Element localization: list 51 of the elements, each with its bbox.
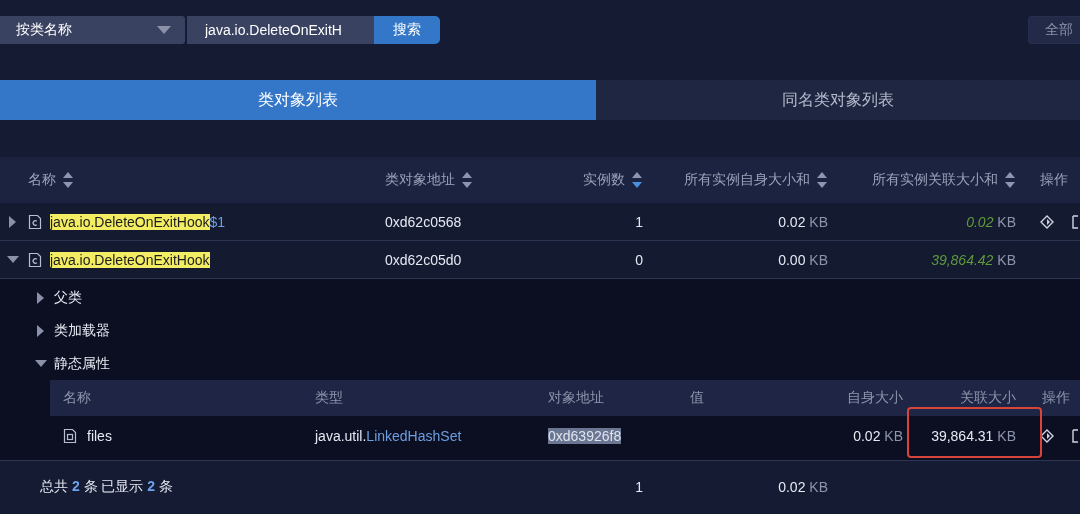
count-cell-text: 0 <box>634 251 644 268</box>
size-cell-text: 0.00 KB <box>777 251 829 268</box>
diamond-icon[interactable] <box>1040 429 1054 443</box>
column-header: 操作 <box>1040 171 1068 189</box>
field-file-icon <box>63 428 77 444</box>
dropdown-caret-icon[interactable] <box>157 26 171 34</box>
column-header: 操作 <box>1041 389 1071 407</box>
column-header: 实例数 <box>583 171 625 189</box>
all-button[interactable]: 全部 <box>1028 16 1080 44</box>
count-cell-text: 1 <box>634 213 644 230</box>
size-cell-text: 0.02 KB <box>777 213 829 230</box>
field-name: files <box>87 428 112 444</box>
table-row[interactable]: java.io.DeleteOnExitHook 0xd62c05d0 0 0.00 KB 39,864.42 KB <box>0 241 1080 279</box>
column-header: 关联大小 <box>959 389 1017 407</box>
size-cell-text: 0.02 KB <box>965 213 1017 230</box>
section-label[interactable]: 类加载器 <box>54 321 110 340</box>
search-field[interactable]: java.io.DeleteOnExitH <box>187 16 374 44</box>
size-total: 0.02 KB <box>777 479 829 495</box>
diamond-icon[interactable] <box>1040 214 1054 229</box>
column-header: 对象地址 <box>548 389 605 407</box>
column-header: 值 <box>690 389 705 407</box>
sort-icon[interactable] <box>816 171 828 189</box>
sort-icon[interactable] <box>631 171 643 189</box>
tab[interactable]: 同名类对象列表 <box>596 80 1080 120</box>
sort-icon[interactable] <box>461 171 473 189</box>
sort-icon[interactable] <box>1004 171 1016 189</box>
column-header: 类对象地址 <box>385 171 455 189</box>
column-header: 所有实例关联大小和 <box>872 171 998 189</box>
address-link[interactable]: 0xd63926f8 <box>548 428 622 444</box>
column-header: 自身大小 <box>846 389 904 407</box>
filter-dropdown[interactable]: 按类名称 <box>0 16 185 44</box>
tab[interactable]: 类对象列表 <box>0 80 596 120</box>
type-cell-text: java.util.LinkedHashSet <box>315 428 463 444</box>
column-header: 名称 <box>62 389 92 407</box>
address-cell-text: 0xd62c0568 <box>385 213 463 230</box>
count-total: 1 <box>634 479 644 495</box>
search-button[interactable]: 搜索 <box>374 16 440 44</box>
address-cell-text: 0xd62c05d0 <box>385 251 463 268</box>
summary-text: 总共 2 条 已显示 2 条 <box>39 478 175 496</box>
section-label[interactable]: 静态属性 <box>54 354 110 373</box>
size-cell-text: 39,864.42 KB <box>930 251 1017 268</box>
column-header: 所有实例自身大小和 <box>684 171 810 189</box>
class-file-icon <box>28 213 42 230</box>
column-header: 名称 <box>28 171 56 189</box>
column-header: 类型 <box>315 389 344 407</box>
class-name[interactable]: java.io.DeleteOnExitHook <box>50 251 210 268</box>
section-label[interactable]: 父类 <box>54 288 82 307</box>
size-cell-text: 39,864.31 KB <box>930 428 1017 444</box>
class-file-icon <box>28 251 42 268</box>
sort-icon[interactable] <box>62 171 74 189</box>
size-cell-text: 0.02 KB <box>852 428 904 444</box>
